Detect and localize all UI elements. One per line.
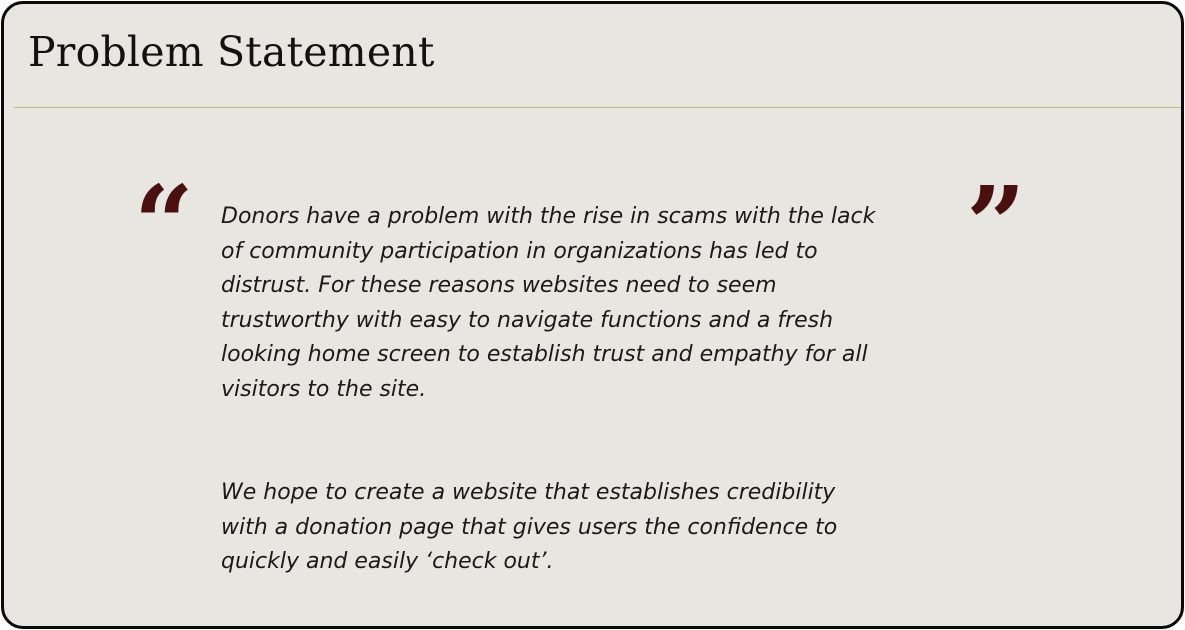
- page-title: Problem Statement: [28, 28, 435, 76]
- problem-statement-card: Problem Statement “ ” Donors have a prob…: [1, 1, 1184, 629]
- open-quote-icon: “: [134, 162, 194, 285]
- title-divider: [14, 107, 1181, 108]
- goal-paragraph: We hope to create a website that establi…: [221, 480, 838, 574]
- problem-paragraph: Donors have a problem with the rise in s…: [221, 204, 876, 402]
